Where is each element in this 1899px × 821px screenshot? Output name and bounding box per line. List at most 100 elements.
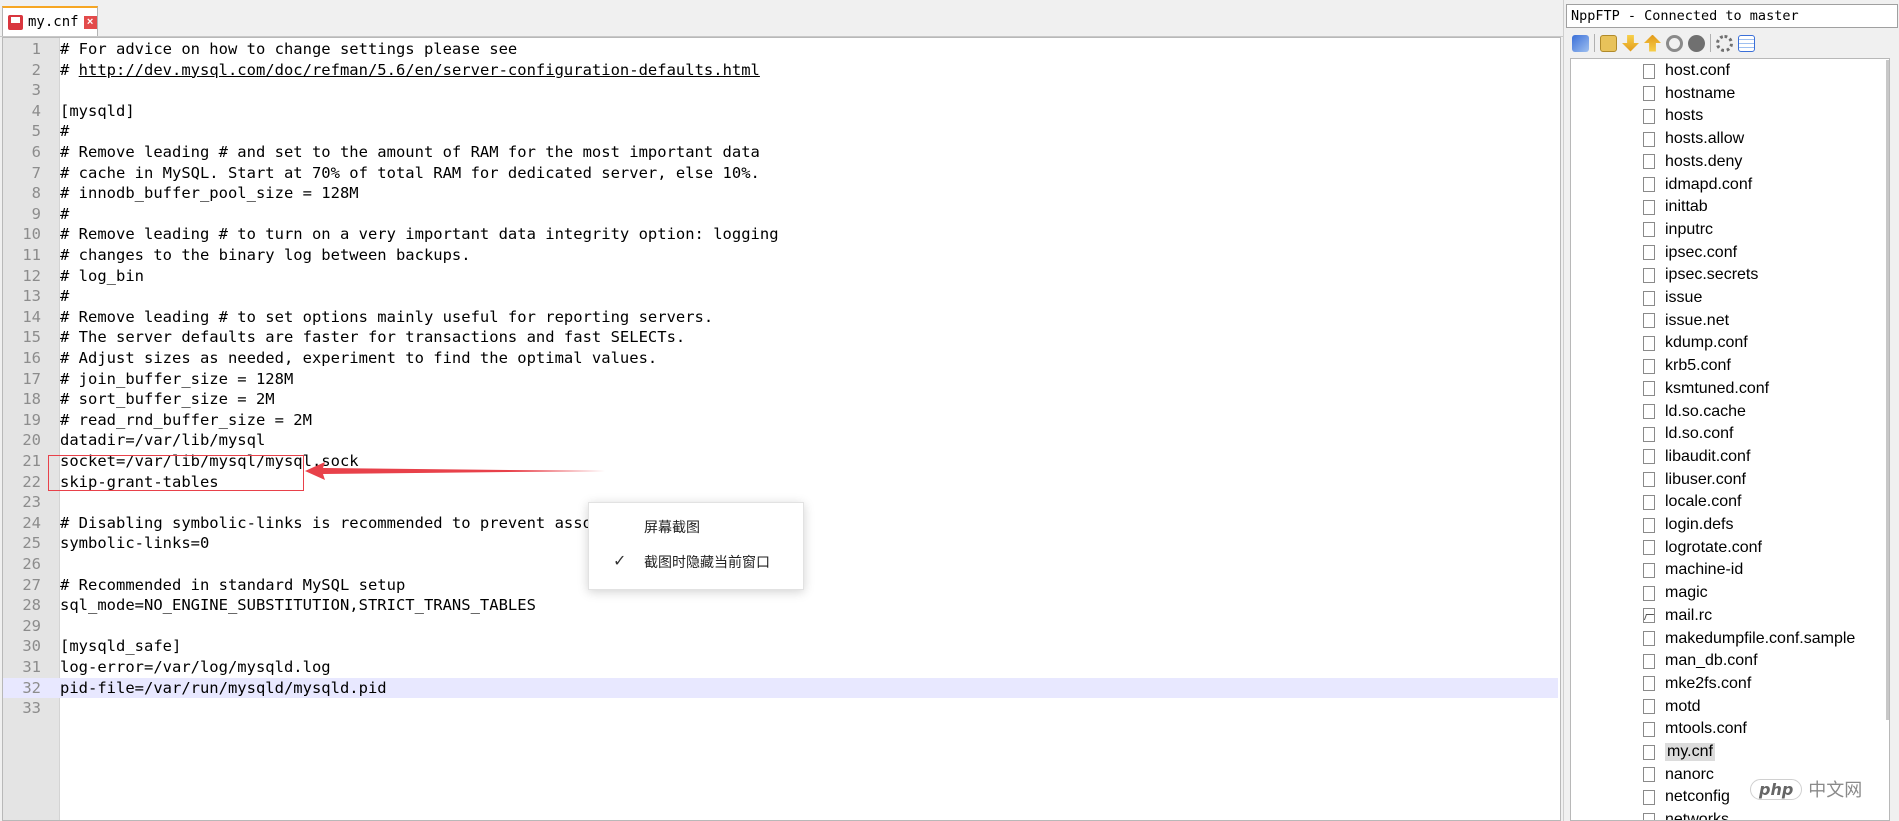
ftp-file-item[interactable]: motd [1643, 696, 1701, 718]
file-icon [1643, 177, 1655, 192]
code-line[interactable]: 6 # Remove leading # and set to the amoun… [3, 142, 1558, 162]
ftp-file-item[interactable]: host.conf [1643, 60, 1730, 82]
upload-icon[interactable] [1644, 34, 1661, 52]
line-number: 14 [22, 307, 41, 326]
ftp-file-name: host.conf [1665, 62, 1730, 79]
line-number: 1 [31, 40, 41, 58]
line-text: # [60, 287, 70, 306]
ftp-file-item[interactable]: locale.conf [1643, 491, 1742, 513]
download-icon[interactable] [1622, 34, 1639, 52]
ftp-file-item[interactable]: ipsec.secrets [1643, 264, 1758, 286]
ftp-file-item[interactable]: mke2fs.conf [1643, 673, 1751, 695]
folder-icon[interactable] [1600, 34, 1617, 52]
code-line[interactable]: 33 [3, 698, 1558, 718]
code-line[interactable]: 14 # Remove leading # to set options main… [3, 307, 1558, 327]
code-line[interactable]: 15 # The server defaults are faster for t… [3, 327, 1558, 347]
line-number: 15 [22, 328, 41, 347]
code-line[interactable]: 12 # log_bin [3, 266, 1558, 286]
ftp-file-item[interactable]: man_db.conf [1643, 650, 1758, 672]
ftp-file-item[interactable]: login.defs [1643, 514, 1734, 536]
code-line[interactable]: 29 [3, 616, 1558, 636]
text-editor[interactable]: 1 # For advice on how to change settings … [2, 37, 1561, 821]
line-text: # [60, 122, 70, 141]
ftp-file-name: idmapd.conf [1665, 175, 1753, 193]
ftp-file-item[interactable]: libaudit.conf [1643, 446, 1750, 468]
code-line[interactable]: 7 # cache in MySQL. Start at 70% of total… [3, 163, 1558, 183]
line-number: 23 [22, 493, 41, 512]
menu-item-screenshot[interactable]: 屏幕截图 [589, 510, 803, 544]
line-number: 4 [31, 101, 41, 120]
code-line[interactable]: 3 [3, 80, 1558, 100]
ftp-file-item[interactable]: networks [1643, 809, 1729, 820]
line-number: 32 [22, 678, 41, 697]
code-line[interactable]: 18 # sort_buffer_size = 2M [3, 389, 1558, 409]
message-window-icon[interactable] [1738, 34, 1755, 52]
code-line[interactable]: 8 # innodb_buffer_pool_size = 128M [3, 183, 1558, 203]
settings-icon[interactable] [1716, 34, 1733, 52]
ftp-file-item[interactable]: hosts.allow [1643, 128, 1744, 150]
ftp-file-item[interactable]: nanorc [1643, 764, 1714, 786]
close-tab-icon[interactable]: × [83, 15, 97, 29]
ftp-file-item[interactable]: netconfig [1643, 786, 1730, 808]
ftp-file-name: ld.so.cache [1665, 402, 1746, 420]
ftp-file-item[interactable]: makedumpfile.conf.sample [1643, 628, 1855, 650]
code-line[interactable]: 5 # [3, 121, 1558, 141]
line-number: 26 [22, 555, 41, 573]
editor-area: my.cnf × 1 # For advice on how to change … [0, 0, 1563, 821]
ftp-file-item[interactable]: kdump.conf [1643, 332, 1748, 354]
file-icon [1643, 63, 1655, 79]
code-line[interactable]: 13 # [3, 286, 1558, 306]
ftp-file-item[interactable]: issue.net [1643, 310, 1729, 332]
code-line[interactable]: 11 # changes to the binary log between ba… [3, 245, 1558, 265]
url-link[interactable]: http://dev.mysql.com/doc/refman/5.6/en/s… [79, 61, 760, 79]
line-number: 31 [22, 658, 41, 676]
ftp-file-item[interactable]: ld.so.cache [1643, 401, 1746, 423]
code-line[interactable]: 10 # Remove leading # to turn on a very i… [3, 224, 1558, 244]
code-line[interactable]: 20 datadir=/var/lib/mysql [3, 430, 1558, 450]
code-line[interactable]: 17 # join_buffer_size = 128M [3, 369, 1558, 389]
file-icon [1643, 222, 1655, 238]
ftp-scrollbar[interactable] [1886, 60, 1889, 720]
line-text: # innodb_buffer_pool_size = 128M [60, 184, 359, 203]
ftp-file-item[interactable]: inittab [1643, 196, 1708, 218]
ftp-file-item[interactable]: ipsec.conf [1643, 242, 1737, 264]
code-line[interactable]: 2 # http://dev.mysql.com/doc/refman/5.6/e… [3, 60, 1558, 80]
ftp-file-item[interactable]: krb5.conf [1643, 355, 1731, 377]
ftp-file-item[interactable]: hosts [1643, 105, 1703, 127]
ftp-file-item[interactable]: hostname [1643, 83, 1735, 105]
line-text: log-error=/var/log/mysqld.log [60, 658, 331, 676]
code-line[interactable]: 16 # Adjust sizes as needed, experiment t… [3, 348, 1558, 368]
ftp-file-item[interactable]: machine-id [1643, 559, 1743, 581]
ftp-file-item[interactable]: inputrc [1643, 219, 1713, 241]
connect-icon[interactable] [1572, 34, 1589, 52]
ftp-file-item[interactable]: hosts.deny [1643, 151, 1742, 173]
check-icon: ✓ [613, 553, 627, 570]
code-line[interactable]: 32 pid-file=/var/run/mysqld/mysqld.pid [3, 677, 1558, 698]
menu-item-hide-window[interactable]: ✓ 截图时隐藏当前窗口 [589, 545, 803, 579]
file-icon [1643, 86, 1655, 102]
ftp-file-name: netconfig [1665, 788, 1730, 806]
ftp-file-item[interactable]: ld.so.conf [1643, 423, 1733, 445]
code-line[interactable]: 30 [mysqld_safe] [3, 636, 1558, 656]
code-line[interactable]: 28 sql_mode=NO_ENGINE_SUBSTITUTION,STRICT… [3, 595, 1558, 615]
code-line[interactable]: 9 # [3, 204, 1558, 224]
ftp-file-item[interactable]: logrotate.conf [1643, 537, 1762, 559]
ftp-file-item[interactable]: mail.rc [1643, 605, 1712, 627]
line-text: # Remove leading # to set options mainly… [60, 307, 714, 326]
abort-icon[interactable] [1688, 34, 1705, 52]
ftp-file-name: krb5.conf [1665, 357, 1731, 375]
ftp-file-item[interactable]: issue [1643, 287, 1702, 309]
ftp-file-item[interactable]: magic [1643, 582, 1708, 604]
ftp-file-item[interactable]: my.cnf [1643, 741, 1715, 763]
line-text: # Recommended in standard MySQL setup [60, 575, 406, 594]
code-line[interactable]: 19 # read_rnd_buffer_size = 2M [3, 410, 1558, 430]
code-line[interactable]: 1 # For advice on how to change settings … [3, 39, 1558, 59]
ftp-file-item[interactable]: idmapd.conf [1643, 174, 1752, 196]
tab-my-cnf[interactable]: my.cnf × [2, 6, 98, 36]
refresh-icon[interactable] [1666, 34, 1683, 52]
ftp-file-item[interactable]: libuser.conf [1643, 469, 1746, 491]
ftp-file-item[interactable]: ksmtuned.conf [1643, 378, 1769, 400]
ftp-file-item[interactable]: mtools.conf [1643, 718, 1747, 740]
code-line[interactable]: 31 log-error=/var/log/mysqld.log [3, 657, 1558, 677]
code-line[interactable]: 4 [mysqld] [3, 101, 1558, 121]
